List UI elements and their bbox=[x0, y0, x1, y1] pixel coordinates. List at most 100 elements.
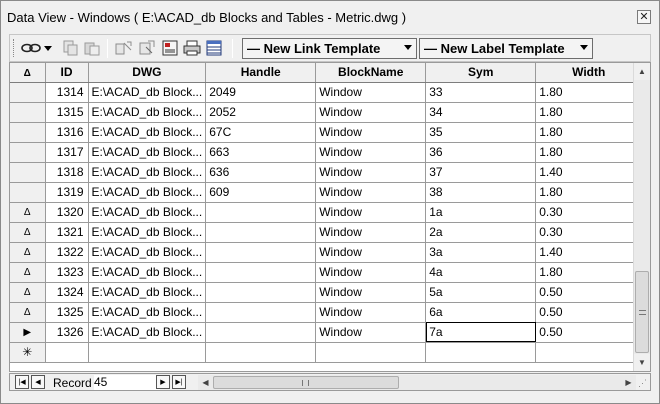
dwg-cell[interactable]: E:\ACAD_db Block... bbox=[88, 242, 207, 263]
table-row[interactable]: Δ 1322 E:\ACAD_db Block... Window 3a 1.40 bbox=[10, 242, 643, 263]
toolbar-grip[interactable] bbox=[13, 39, 16, 57]
dwg-cell[interactable]: E:\ACAD_db Block... bbox=[88, 102, 207, 123]
column-header-sym[interactable]: Sym bbox=[425, 63, 537, 83]
row-marker[interactable] bbox=[10, 182, 46, 203]
id-cell[interactable]: 1317 bbox=[45, 142, 89, 163]
handle-cell[interactable]: 67C bbox=[205, 122, 317, 143]
query-icon[interactable] bbox=[160, 38, 180, 58]
empty-cell[interactable] bbox=[535, 342, 643, 363]
dwg-cell[interactable]: E:\ACAD_db Block... bbox=[88, 162, 207, 183]
dwg-cell[interactable]: E:\ACAD_db Block... bbox=[88, 202, 207, 223]
sym-cell[interactable]: 5a bbox=[425, 282, 537, 303]
new-row-icon[interactable]: ✳ bbox=[10, 342, 46, 363]
next-record-icon[interactable]: ▶ bbox=[156, 375, 170, 389]
table-row[interactable]: 1317 E:\ACAD_db Block... 663 Window 36 1.80 bbox=[10, 142, 643, 163]
link-refresh-icon[interactable] bbox=[137, 38, 157, 58]
empty-cell[interactable] bbox=[425, 342, 537, 363]
id-cell[interactable]: 1319 bbox=[45, 182, 89, 203]
blockname-cell[interactable]: Window bbox=[315, 122, 427, 143]
id-cell[interactable]: 1323 bbox=[45, 262, 89, 283]
row-marker[interactable]: Δ bbox=[10, 242, 46, 263]
table-row[interactable]: Δ 1323 E:\ACAD_db Block... Window 4a 1.80 bbox=[10, 262, 643, 283]
link-objects-icon[interactable] bbox=[114, 38, 134, 58]
sym-cell[interactable]: 2a bbox=[425, 222, 537, 243]
sym-cell[interactable]: 34 bbox=[425, 102, 537, 123]
sym-cell[interactable]: 33 bbox=[425, 82, 537, 103]
id-cell[interactable]: 1320 bbox=[45, 202, 89, 223]
handle-cell[interactable] bbox=[205, 322, 317, 343]
dwg-cell[interactable]: E:\ACAD_db Block... bbox=[88, 302, 207, 323]
resize-grip-icon[interactable]: ⋰ bbox=[638, 378, 648, 388]
dwg-cell[interactable]: E:\ACAD_db Block... bbox=[88, 282, 207, 303]
blockname-cell[interactable]: Window bbox=[315, 82, 427, 103]
vertical-scroll-thumb[interactable] bbox=[635, 271, 649, 353]
row-marker[interactable]: ▶ bbox=[10, 322, 46, 343]
empty-cell[interactable] bbox=[315, 342, 427, 363]
handle-cell[interactable] bbox=[205, 242, 317, 263]
dwg-cell[interactable]: E:\ACAD_db Block... bbox=[88, 82, 207, 103]
dwg-cell[interactable]: E:\ACAD_db Block... bbox=[88, 222, 207, 243]
id-cell[interactable]: 1321 bbox=[45, 222, 89, 243]
vertical-scrollbar[interactable]: ▲ ▼ bbox=[633, 63, 650, 371]
width-cell[interactable]: 1.80 bbox=[535, 122, 643, 143]
sym-cell[interactable]: 6a bbox=[425, 302, 537, 323]
width-cell[interactable]: 1.80 bbox=[535, 102, 643, 123]
dwg-cell[interactable]: E:\ACAD_db Block... bbox=[88, 322, 207, 343]
label-template-select[interactable]: — New Label Template bbox=[419, 38, 593, 59]
horizontal-scroll-thumb[interactable] bbox=[213, 376, 399, 389]
row-marker[interactable]: Δ bbox=[10, 222, 46, 243]
width-cell[interactable]: 0.30 bbox=[535, 222, 643, 243]
empty-cell[interactable] bbox=[45, 342, 89, 363]
row-marker[interactable]: Δ bbox=[10, 282, 46, 303]
width-cell[interactable]: 0.30 bbox=[535, 202, 643, 223]
dwg-cell[interactable]: E:\ACAD_db Block... bbox=[88, 182, 207, 203]
handle-cell[interactable]: 2052 bbox=[205, 102, 317, 123]
blockname-cell[interactable]: Window bbox=[315, 162, 427, 183]
sym-cell[interactable]: 4a bbox=[425, 262, 537, 283]
table-row[interactable]: Δ 1320 E:\ACAD_db Block... Window 1a 0.30 bbox=[10, 202, 643, 223]
table-row[interactable]: Δ 1321 E:\ACAD_db Block... Window 2a 0.30 bbox=[10, 222, 643, 243]
id-cell[interactable]: 1326 bbox=[45, 322, 89, 343]
column-header-id[interactable]: ID bbox=[45, 63, 89, 83]
id-cell[interactable]: 1315 bbox=[45, 102, 89, 123]
column-header-width[interactable]: Width bbox=[535, 63, 643, 83]
table-row[interactable]: 1315 E:\ACAD_db Block... 2052 Window 34 1.80 bbox=[10, 102, 643, 123]
empty-cell[interactable] bbox=[88, 342, 207, 363]
first-record-icon[interactable]: |◀ bbox=[15, 375, 29, 389]
id-cell[interactable]: 1322 bbox=[45, 242, 89, 263]
blockname-cell[interactable]: Window bbox=[315, 302, 427, 323]
grid-icon[interactable] bbox=[204, 38, 224, 58]
row-marker[interactable] bbox=[10, 82, 46, 103]
width-cell[interactable]: 1.40 bbox=[535, 162, 643, 183]
column-header-handle[interactable]: Handle bbox=[205, 63, 317, 83]
row-marker[interactable]: Δ bbox=[10, 202, 46, 223]
scroll-left-icon[interactable]: ◀ bbox=[198, 375, 213, 390]
row-marker[interactable] bbox=[10, 122, 46, 143]
table-row[interactable]: 1316 E:\ACAD_db Block... 67C Window 35 1.80 bbox=[10, 122, 643, 143]
width-cell[interactable]: 1.80 bbox=[535, 82, 643, 103]
close-button[interactable]: ✕ bbox=[637, 10, 651, 24]
column-header-dwg[interactable]: DWG bbox=[88, 63, 207, 83]
link-template-select[interactable]: — New Link Template bbox=[242, 38, 417, 59]
blockname-cell[interactable]: Window bbox=[315, 182, 427, 203]
width-cell[interactable]: 0.50 bbox=[535, 322, 643, 343]
id-cell[interactable]: 1325 bbox=[45, 302, 89, 323]
handle-cell[interactable]: 2049 bbox=[205, 82, 317, 103]
width-cell[interactable]: 0.50 bbox=[535, 282, 643, 303]
sort-header[interactable]: Δ bbox=[10, 63, 46, 83]
width-cell[interactable]: 0.50 bbox=[535, 302, 643, 323]
previous-record-icon[interactable]: ◀ bbox=[31, 375, 45, 389]
paste-icon[interactable] bbox=[82, 38, 102, 58]
last-record-icon[interactable]: ▶| bbox=[172, 375, 186, 389]
sym-cell[interactable]: 35 bbox=[425, 122, 537, 143]
handle-cell[interactable] bbox=[205, 202, 317, 223]
dropdown-icon[interactable] bbox=[42, 38, 54, 58]
scroll-up-icon[interactable]: ▲ bbox=[634, 63, 650, 80]
link-icon[interactable] bbox=[20, 38, 42, 58]
handle-cell[interactable]: 609 bbox=[205, 182, 317, 203]
table-row[interactable]: 1314 E:\ACAD_db Block... 2049 Window 33 1.80 bbox=[10, 82, 643, 103]
blockname-cell[interactable]: Window bbox=[315, 102, 427, 123]
blockname-cell[interactable]: Window bbox=[315, 322, 427, 343]
blockname-cell[interactable]: Window bbox=[315, 282, 427, 303]
dwg-cell[interactable]: E:\ACAD_db Block... bbox=[88, 142, 207, 163]
